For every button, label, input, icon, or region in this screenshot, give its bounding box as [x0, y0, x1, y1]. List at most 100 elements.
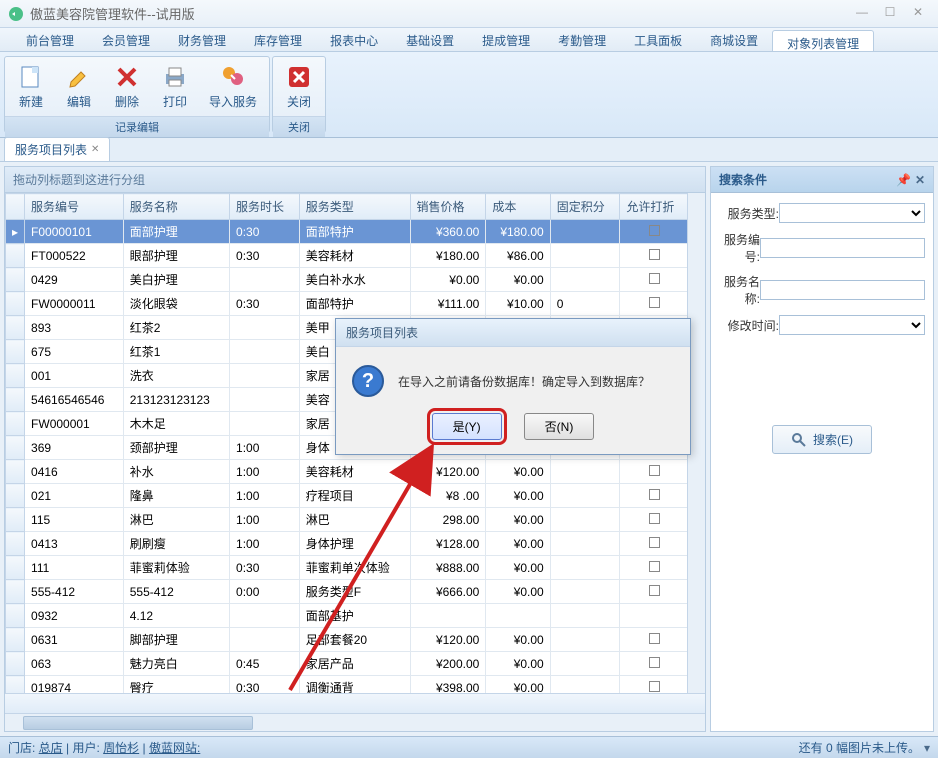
checkbox[interactable] — [649, 273, 660, 284]
col-header-6[interactable]: 固定积分 — [550, 194, 620, 220]
status-right: 还有 0 幅图片未上传。 — [799, 739, 920, 756]
ribbon-group-edit: 新建 编辑 删除 打印 导入服务 记录编辑 — [4, 56, 270, 133]
col-header-7[interactable]: 允许打折 — [620, 194, 690, 220]
titlebar: 傲蓝美容院管理软件--试用版 — ☐ ✕ — [0, 0, 938, 28]
checkbox[interactable] — [649, 657, 660, 668]
table-row[interactable]: 0429美白护理美白补水水¥0.00¥0.00 — [6, 268, 705, 292]
menubar-item-2[interactable]: 财务管理 — [164, 28, 240, 51]
checkbox[interactable] — [649, 585, 660, 596]
search-panel-title: 搜索条件 — [719, 171, 896, 188]
minimize-button[interactable]: — — [850, 5, 874, 23]
col-header-3[interactable]: 服务类型 — [299, 194, 410, 220]
search-button-label: 搜索(E) — [813, 431, 853, 448]
import-icon — [219, 63, 247, 91]
menubar-item-6[interactable]: 提成管理 — [468, 28, 544, 51]
menubar-item-0[interactable]: 前台管理 — [12, 28, 88, 51]
checkbox[interactable] — [649, 297, 660, 308]
menubar-item-1[interactable]: 会员管理 — [88, 28, 164, 51]
table-row[interactable]: ▸F00000101面部护理0:30面部特护¥360.00¥180.00 — [6, 220, 705, 244]
table-row[interactable]: 063魅力亮白0:45家居产品¥200.00¥0.00 — [6, 652, 705, 676]
edit-label: 编辑 — [67, 93, 91, 110]
tab-close-icon[interactable]: ✕ — [91, 144, 99, 155]
tab-label: 服务项目列表 — [15, 141, 87, 158]
col-header-0[interactable]: 服务编号 — [25, 194, 124, 220]
checkbox[interactable] — [649, 561, 660, 572]
table-row[interactable]: FW0000011淡化眼袋0:30面部特护¥111.00¥10.000 — [6, 292, 705, 316]
import-button[interactable]: 导入服务 — [199, 59, 267, 114]
service-type-select[interactable] — [779, 203, 925, 223]
close-button[interactable]: 关闭 — [275, 59, 323, 114]
dialog-yes-button[interactable]: 是(Y) — [432, 413, 502, 440]
panel-close-icon[interactable]: ✕ — [915, 173, 925, 187]
menubar-item-4[interactable]: 报表中心 — [316, 28, 392, 51]
service-code-input[interactable] — [760, 238, 925, 258]
search-panel-header: 搜索条件 📌 ✕ — [711, 167, 933, 193]
window-title: 傲蓝美容院管理软件--试用版 — [30, 4, 850, 23]
statusbar: 门店: 总店 | 用户: 周怡杉 | 傲蓝网站: 还有 0 幅图片未上传。 ▾ — [0, 736, 938, 758]
close-icon — [285, 63, 313, 91]
checkbox[interactable] — [649, 225, 660, 236]
horizontal-scrollbar[interactable] — [5, 713, 705, 731]
search-icon — [791, 432, 807, 448]
table-row[interactable]: 111菲蜜莉体验0:30菲蜜莉单次体验¥888.00¥0.00 — [6, 556, 705, 580]
edit-button[interactable]: 编辑 — [55, 59, 103, 114]
checkbox[interactable] — [649, 249, 660, 260]
search-panel: 搜索条件 📌 ✕ 服务类型: 服务编号: 服务名称: 修改时间: 搜索(E) — [710, 166, 934, 732]
maximize-button[interactable]: ☐ — [878, 5, 902, 23]
search-button[interactable]: 搜索(E) — [772, 425, 872, 454]
new-icon — [17, 63, 45, 91]
edit-icon — [65, 63, 93, 91]
col-header-4[interactable]: 销售价格 — [410, 194, 486, 220]
checkbox[interactable] — [649, 465, 660, 476]
table-row[interactable]: 019874臀疗0:30调衡通背¥398.00¥0.00 — [6, 676, 705, 694]
group-hint: 拖动列标题到这进行分组 — [5, 167, 705, 193]
dialog-title: 服务项目列表 — [336, 319, 690, 347]
status-site-link[interactable]: 傲蓝网站: — [149, 741, 200, 755]
table-row[interactable]: 0631脚部护理足部套餐20¥120.00¥0.00 — [6, 628, 705, 652]
col-header-5[interactable]: 成本 — [486, 194, 550, 220]
table-row[interactable]: 115淋巴1:00淋巴 298.00¥0.00 — [6, 508, 705, 532]
checkbox[interactable] — [649, 633, 660, 644]
menubar-item-7[interactable]: 考勤管理 — [544, 28, 620, 51]
row-indicator-header — [6, 194, 25, 220]
pin-icon[interactable]: 📌 — [896, 173, 911, 187]
close-window-button[interactable]: ✕ — [906, 5, 930, 23]
menubar-item-10[interactable]: 对象列表管理 — [772, 30, 874, 51]
ribbon: 新建 编辑 删除 打印 导入服务 记录编辑 关闭 — [0, 52, 938, 138]
table-row[interactable]: 0416补水1:00美容耗材¥120.00¥0.00 — [6, 460, 705, 484]
table-row[interactable]: 09324.12面部基护 — [6, 604, 705, 628]
table-row[interactable]: FT000522眼部护理0:30美容耗材¥180.00¥86.00 — [6, 244, 705, 268]
search-panel-body: 服务类型: 服务编号: 服务名称: 修改时间: 搜索(E) — [711, 193, 933, 731]
print-label: 打印 — [163, 93, 187, 110]
menubar-item-9[interactable]: 商城设置 — [696, 28, 772, 51]
chevron-down-icon[interactable]: ▾ — [924, 741, 930, 755]
table-row[interactable]: 021隆鼻1:00疗程项目¥8 .00¥0.00 — [6, 484, 705, 508]
service-name-input[interactable] — [760, 280, 925, 300]
label-service-type: 服务类型: — [719, 205, 779, 222]
status-user-link[interactable]: 周怡杉 — [103, 741, 139, 755]
menubar-item-5[interactable]: 基础设置 — [392, 28, 468, 51]
ribbon-group-close-label: 关闭 — [273, 116, 325, 137]
checkbox[interactable] — [649, 537, 660, 548]
import-label: 导入服务 — [209, 93, 257, 110]
delete-button[interactable]: 删除 — [103, 59, 151, 114]
table-row[interactable]: 0413刷刷瘦1:00身体护理¥128.00¥0.00 — [6, 532, 705, 556]
dialog-no-button[interactable]: 否(N) — [524, 413, 595, 440]
new-button[interactable]: 新建 — [7, 59, 55, 114]
col-header-2[interactable]: 服务时长 — [230, 194, 300, 220]
print-button[interactable]: 打印 — [151, 59, 199, 114]
checkbox[interactable] — [649, 513, 660, 524]
tab-service-list[interactable]: 服务项目列表 ✕ — [4, 137, 110, 161]
question-icon: ? — [352, 365, 384, 397]
checkbox[interactable] — [649, 681, 660, 692]
menubar-item-3[interactable]: 库存管理 — [240, 28, 316, 51]
dialog-message: 在导入之前请备份数据库！确定导入到数据库？ — [398, 373, 650, 390]
menubar-item-8[interactable]: 工具面板 — [620, 28, 696, 51]
col-header-1[interactable]: 服务名称 — [123, 194, 229, 220]
status-store-link[interactable]: 总店 — [39, 741, 63, 755]
mod-time-select[interactable] — [779, 315, 925, 335]
table-row[interactable]: 555-412555-4120:00服务类型F¥666.00¥0.00 — [6, 580, 705, 604]
checkbox[interactable] — [649, 489, 660, 500]
aggregate-row — [5, 693, 705, 713]
delete-label: 删除 — [115, 93, 139, 110]
